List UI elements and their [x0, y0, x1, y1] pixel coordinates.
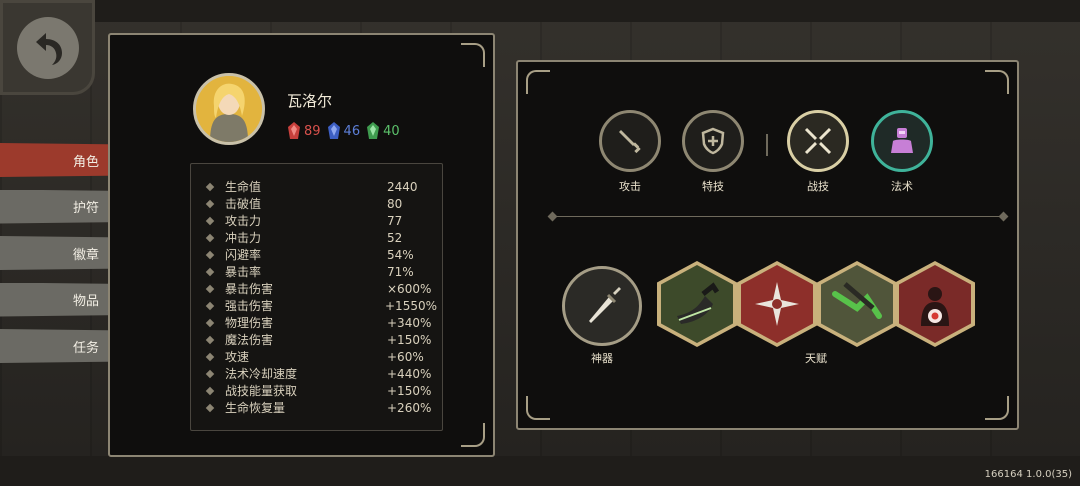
corner-ornament: [985, 396, 1009, 420]
stat-row: 生命恢复量 +260%: [205, 399, 437, 416]
stat-row: 生命值 2440: [205, 178, 437, 195]
stat-row: 攻击力 77: [205, 212, 437, 229]
combat-skill-button[interactable]: [787, 110, 849, 172]
corner-ornament: [526, 70, 550, 94]
red-crystal-icon: [288, 122, 300, 139]
back-arrow-icon: [16, 16, 79, 79]
diamond-bullet-icon: [205, 267, 215, 276]
top-frame-band: [0, 0, 1080, 22]
character-name: 瓦洛尔: [287, 92, 333, 110]
bottom-frame-band: [0, 456, 1080, 486]
diamond-bullet-icon: [205, 369, 215, 378]
diamond-bullet-icon: [205, 199, 215, 208]
stat-row: 物理伤害 +340%: [205, 314, 437, 331]
corner-ornament: [985, 70, 1009, 94]
stat-row: 攻速 +60%: [205, 348, 437, 365]
corner-ornament: [526, 396, 550, 420]
special-skill-button[interactable]: [682, 110, 744, 172]
crossed-blades-icon: [804, 127, 832, 155]
combat-skill-label: 战技: [807, 180, 829, 193]
heart-body-talent-icon: [899, 265, 971, 343]
stat-row: 魔法伤害 +150%: [205, 331, 437, 348]
sidebar-item-label: 任务: [72, 340, 99, 356]
resource-counters: 89 46 40: [287, 121, 400, 141]
blue-crystal-counter: 46: [327, 121, 360, 141]
stat-row: 战技能量获取 +150%: [205, 382, 437, 399]
magic-figure-icon: [891, 128, 913, 153]
green-crystal-counter: 40: [366, 121, 400, 141]
diamond-bullet-icon: [205, 301, 215, 310]
dagger-icon: [589, 287, 621, 323]
sidebar-item-label: 物品: [72, 294, 99, 309]
boot-talent-icon: [661, 265, 733, 343]
shuriken-talent-icon: [741, 265, 813, 343]
diamond-bullet-icon: [205, 318, 215, 327]
talent-label: 天赋: [805, 352, 827, 365]
sidebar-item-label: 徽章: [72, 247, 99, 263]
sword-icon: [619, 130, 641, 154]
diamond-bullet-icon: [205, 216, 215, 225]
spell-skill-button[interactable]: [871, 110, 933, 172]
stat-row: 暴击率 71%: [205, 263, 437, 280]
spell-skill-label: 法术: [891, 180, 913, 193]
stat-row: 闪避率 54%: [205, 246, 437, 263]
attack-skill-label: 攻击: [619, 180, 641, 193]
corner-ornament: [461, 423, 485, 447]
version-label: 166164 1.0.0(35): [984, 469, 1072, 480]
corner-ornament: [461, 43, 485, 67]
diamond-bullet-icon: [205, 182, 215, 191]
character-portrait: [193, 73, 265, 145]
stat-row: 暴击伤害 ×600%: [205, 280, 437, 297]
green-crystal-icon: [367, 122, 380, 139]
skill-group-divider: [766, 134, 768, 156]
stat-row: 法术冷却速度 +440%: [205, 365, 437, 382]
attack-skill-button[interactable]: [599, 110, 661, 172]
blue-crystal-icon: [327, 122, 340, 139]
section-divider: [551, 216, 1005, 217]
artifact-slot[interactable]: [562, 266, 642, 346]
stat-row: 冲击力 52: [205, 229, 437, 246]
diamond-bullet-icon: [205, 250, 215, 259]
diamond-bullet-icon: [205, 352, 215, 361]
artifact-label: 神器: [591, 352, 613, 365]
skills-panel: [516, 60, 1019, 430]
special-skill-label: 特技: [702, 180, 724, 193]
back-button[interactable]: [0, 0, 95, 95]
shield-icon: [701, 127, 725, 155]
dash-arrow-talent-icon: [821, 265, 893, 343]
diamond-bullet-icon: [205, 335, 215, 344]
red-crystal-counter: 89: [287, 121, 321, 141]
stats-list: 生命值 2440 击破值 80 攻击力 77 冲击力 52 闪避率 54% 暴击率 71% …: [190, 163, 443, 431]
diamond-bullet-icon: [205, 403, 215, 412]
diamond-bullet-icon: [205, 233, 215, 242]
stat-row: 击破值 80: [205, 195, 437, 212]
sidebar-item-label: 角色: [72, 154, 99, 170]
diamond-bullet-icon: [205, 386, 215, 395]
diamond-bullet-icon: [205, 284, 215, 293]
stat-row: 强击伤害 +1550%: [205, 297, 437, 314]
sidebar-item-label: 护符: [72, 201, 99, 216]
